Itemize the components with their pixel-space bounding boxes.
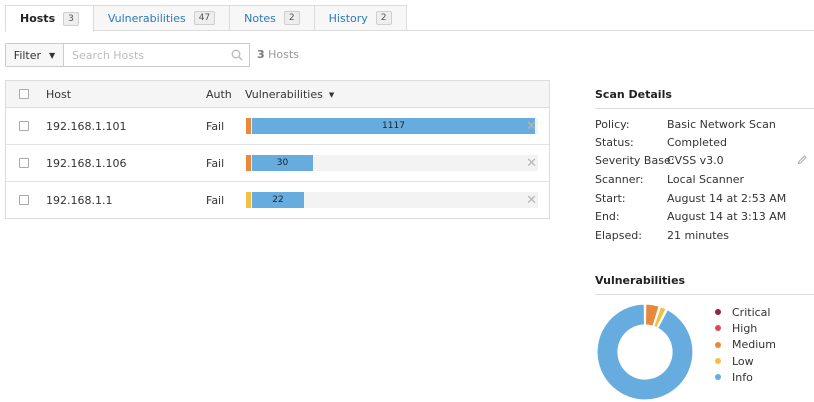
filter-button[interactable]: Filter ▼ [5,43,64,67]
detail-policy: Policy: Basic Network Scan [595,118,776,131]
detail-status: Status: Completed [595,136,727,149]
detail-start: Start: August 14 at 2:53 AM [595,192,786,205]
detail-end: End: August 14 at 3:13 AM [595,210,786,223]
detail-label: Elapsed: [595,229,642,242]
detail-label: Policy: [595,118,630,131]
legend-item-critical[interactable]: Critical [715,304,776,320]
vulnerabilities-title: Vulnerabilities [595,274,686,287]
search-box [64,43,250,67]
detail-value: August 14 at 2:53 AM [667,192,787,205]
severity-value: CVSS v3.0 [667,154,724,167]
legend-label: Medium [732,338,776,352]
tab-bar: Hosts 3 Vulnerabilities 47 Notes 2 Histo… [5,5,407,32]
hosts-table: Host Auth Vulnerabilities ▼ 192.168.1.101… [5,80,550,219]
detail-value: CVSS v3.0 [667,154,807,167]
legend-dot [715,341,721,348]
donut-legend: Critical High Medium Low Info [715,304,776,385]
search-input[interactable] [64,44,225,66]
vulnerabilities-column-header[interactable]: Vulnerabilities ▼ [245,88,334,101]
detail-value: Local Scanner [667,173,745,186]
bar-segment-other [246,118,251,134]
vulnerability-bar[interactable]: 30 [246,155,538,171]
row-checkbox[interactable] [19,195,29,205]
sort-down-icon: ▼ [328,91,335,99]
host-count-number: 3 [257,48,265,61]
scan-details-divider [595,108,814,109]
host-ip[interactable]: 192.168.1.106 [46,157,126,170]
legend-dot [715,374,721,381]
legend-item-medium[interactable]: Medium [715,337,776,353]
auth-status: Fail [206,120,225,133]
table-row[interactable]: 192.168.1.106 Fail 30 ✕ [6,145,549,182]
tab-notes[interactable]: Notes 2 [230,5,315,31]
delete-row-icon[interactable]: ✕ [526,156,537,171]
detail-value: August 14 at 3:13 AM [667,210,787,223]
table-row[interactable]: 192.168.1.1 Fail 22 ✕ [6,182,549,219]
detail-value: Basic Network Scan [667,118,776,131]
row-checkbox[interactable] [19,158,29,168]
row-checkbox[interactable] [19,121,29,131]
table-row[interactable]: 192.168.1.101 Fail 1117 ✕ [6,108,549,145]
detail-scanner: Scanner: Local Scanner [595,173,744,186]
detail-label: Scanner: [595,173,644,186]
scan-details-title: Scan Details [595,88,672,101]
legend-dot [715,358,721,365]
select-all-checkbox[interactable] [19,89,29,99]
info-count-label: 30 [276,158,289,168]
tab-label: History [328,11,368,25]
auth-status: Fail [206,194,225,207]
tab-label: Vulnerabilities [107,11,186,25]
tab-label: Hosts [20,12,56,25]
legend-item-info[interactable]: Info [715,369,776,385]
legend-dot [715,325,721,332]
info-count-label: 1117 [382,121,405,131]
donut-slice-info[interactable] [597,304,693,400]
host-column-header[interactable]: Host [46,88,71,101]
auth-column-header[interactable]: Auth [206,88,232,101]
host-ip[interactable]: 192.168.1.1 [46,194,112,207]
detail-severity-base: Severity Base: CVSS v3.0 [595,154,807,167]
legend-label: Low [732,354,754,368]
tab-label: Notes [244,11,276,25]
search-icon[interactable] [225,49,249,61]
tab-history[interactable]: History 2 [314,5,407,31]
vulnerabilities-header-label: Vulnerabilities [245,88,323,101]
detail-label: Start: [595,192,626,205]
pencil-icon[interactable] [797,154,808,168]
host-count-text: Hosts [268,48,299,61]
tab-hosts[interactable]: Hosts 3 [5,5,94,32]
tab-count-badge: 2 [283,11,300,25]
delete-row-icon[interactable]: ✕ [526,193,537,208]
legend-item-low[interactable]: Low [715,353,776,369]
filter-label: Filter [13,48,42,62]
detail-label: End: [595,210,620,223]
vulnerability-donut-chart[interactable] [597,304,693,400]
detail-value: 21 minutes [667,229,730,242]
tab-count-badge: 3 [63,11,79,26]
tab-count-badge: 47 [193,11,216,25]
tab-vulnerabilities[interactable]: Vulnerabilities 47 [93,5,231,31]
host-count: 3 Hosts [257,48,299,61]
detail-value: Completed [667,136,727,149]
host-ip[interactable]: 192.168.1.101 [46,120,126,133]
legend-label: High [732,321,758,335]
bar-segment-other [246,192,251,208]
info-count-label: 22 [272,195,284,205]
table-header: Host Auth Vulnerabilities ▼ [6,81,549,108]
legend-dot [715,309,721,316]
auth-status: Fail [206,157,225,170]
legend-label: Critical [732,305,771,319]
tab-count-badge: 2 [375,11,392,25]
detail-elapsed: Elapsed: 21 minutes [595,229,729,242]
legend-label: Info [732,370,753,384]
bar-segment-other [246,155,251,171]
detail-label: Status: [595,136,634,149]
caret-down-icon: ▼ [49,50,56,60]
vulnerabilities-divider [595,294,814,295]
detail-label: Severity Base: [595,154,675,167]
vulnerability-bar[interactable]: 1117 [246,118,538,134]
vulnerability-bar[interactable]: 22 [246,192,538,208]
legend-item-high[interactable]: High [715,320,776,336]
delete-row-icon[interactable]: ✕ [526,119,537,134]
